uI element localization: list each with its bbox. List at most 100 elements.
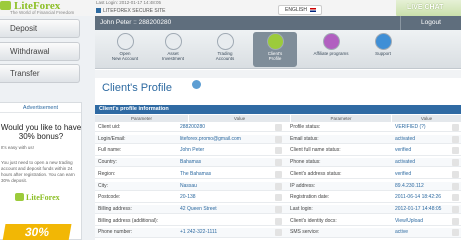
table-row: Full name: John Peter Client full name sta… [95,146,461,156]
edit-icon[interactable] [452,159,459,167]
row-parameter-2: Client's identity docs: [290,217,337,224]
page-title: Client's Profile [102,82,172,94]
table-row: Phone number: +1 242-322-1111 SMS service:… [95,228,461,238]
edit-icon[interactable] [275,217,282,225]
logo-mark-icon [0,1,11,10]
edit-icon[interactable] [452,194,459,202]
table-row: Country: Bahamas Phone status: activated [95,158,461,168]
row-value-2: VERIFIED (?) [395,124,426,130]
edit-icon[interactable] [275,194,282,202]
profile-help-icon[interactable] [192,80,201,89]
affiliate-icon [322,33,340,50]
row-parameter: Region: [98,170,116,177]
language-select[interactable]: ENGLISH [278,5,322,15]
sidebar: Deposit Withdrawal Transfer Advertisemen… [0,16,95,240]
new-account-icon [116,33,134,50]
table-row: City: Nassau IP address: 89.4.230.112 [95,181,461,191]
secure-site-label: LITEFOREX SECURE SITE [96,8,166,14]
trading-accounts-icon [216,33,234,50]
row-value-2: 89.4.230.112 [395,182,424,189]
uk-flag-icon [309,7,316,12]
row-value: The Bahamas [180,170,212,177]
column-header-value: Value [189,115,290,122]
transfer-button[interactable]: Transfer [0,64,80,83]
withdrawal-button[interactable]: Withdrawal [0,42,80,61]
edit-icon[interactable] [275,170,282,178]
edit-icon[interactable] [452,170,459,178]
row-parameter: Billing address: [98,205,132,212]
row-value: Bahamas [180,159,202,166]
advertisement-title: Advertisement [0,103,81,113]
row-parameter-2: Profile status: [290,124,321,130]
row-parameter: Postcode: [98,194,121,201]
row-value-2: View/Upload [395,217,423,224]
nav-support[interactable]: Support [361,32,405,67]
secure-icon [96,8,101,14]
table-row: Login/Email: liteforex.promo@gmail.com Ema… [95,134,461,145]
edit-icon[interactable] [452,147,459,155]
edit-icon[interactable] [452,124,459,131]
row-value: 42 Queen Street [180,205,217,212]
nav-asset-investment[interactable]: Asset Investment [151,32,195,67]
row-parameter: Phone number: [98,229,133,236]
edit-icon[interactable] [452,135,459,143]
investment-icon [164,33,182,50]
logout-button[interactable]: Logout [400,16,461,30]
edit-icon[interactable] [275,229,282,237]
profile-icon [266,33,284,50]
row-value: 288200280 [180,124,206,130]
last-login-text: Last Login: 2012-01-17 14:48:05 [96,0,162,5]
table-row: Billing address (additional): Client's id… [95,217,461,226]
row-parameter-2: Last login: [290,205,313,212]
row-value-2: activated [395,135,416,142]
deposit-button[interactable]: Deposit [0,19,80,38]
row-parameter-2: IP address: [290,182,316,189]
nav-affiliate-programs[interactable]: Affiliate programs [303,32,359,67]
row-parameter-2: SMS service: [290,229,320,236]
edit-icon[interactable] [452,229,459,237]
column-header-parameter: Parameter [95,115,188,122]
row-parameter: City: [98,182,108,189]
edit-icon[interactable] [275,124,282,131]
edit-icon[interactable] [275,147,282,155]
edit-icon[interactable] [275,182,282,190]
advertisement-line-2: You just need to open a new trading acco… [1,160,75,183]
row-value: John Peter [180,147,205,154]
advertisement-headline: Would you like to have 30% bonus? [0,123,82,141]
row-value-2: 2012-01-17 14:48:05 [395,205,442,212]
table-row: Postcode: 20-138 Registration date: 2011-06… [95,193,461,203]
breadcrumb [95,70,461,78]
advertisement-panel[interactable]: Advertisement Would you like to have 30%… [0,102,82,240]
row-value-2: active [395,229,409,236]
row-parameter: Login/Email: [98,135,126,142]
edit-icon[interactable] [275,205,282,213]
row-parameter: Full name: [98,147,122,154]
row-value-2: activated [395,159,416,166]
row-parameter: Billing address (additional): [98,217,159,224]
row-parameter-2: Client full name status: [290,147,341,154]
nav-open-account[interactable]: Open New Account [103,32,147,67]
row-parameter: Country: [98,159,117,166]
row-value: liteforex.promo@gmail.com [180,135,241,142]
edit-icon[interactable] [275,159,282,167]
row-parameter: Client uid: [98,124,121,130]
nav-trading-accounts[interactable]: Trading Accounts [203,32,247,67]
row-value: +1 242-322-1111 [180,229,218,236]
row-value-2: verified [395,147,412,154]
section-header: Client's profile information [95,105,461,114]
edit-icon[interactable] [452,182,459,190]
row-parameter-2: Email status: [290,135,319,142]
edit-icon[interactable] [452,205,459,213]
row-value: Nassau [180,182,197,189]
row-value: 20-138 [180,194,196,201]
edit-icon[interactable] [452,217,459,225]
row-parameter-2: Registration date: [290,194,330,201]
column-header-value-2: Value [392,115,461,122]
advertisement-banner: 30% [2,224,72,240]
row-parameter-2: Client's address status: [290,170,342,177]
table-row: Client uid: 288200280 Profile status: VERIF… [95,123,461,133]
row-value-2: 2011-06-14 18:42:26 [395,194,442,201]
nav-clients-profile[interactable]: Client's Profile [253,32,297,67]
edit-icon[interactable] [275,135,282,143]
advertisement-line-1: It's easy with us! [1,145,34,150]
